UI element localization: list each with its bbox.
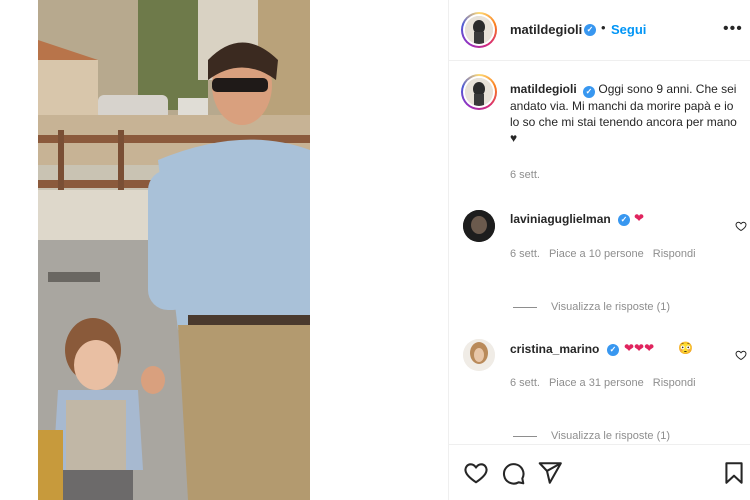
comment-meta: 6 sett. Piace a 10 persone Rispondi	[510, 248, 705, 260]
comment-meta: 6 sett. Piace a 31 persone Rispondi	[510, 377, 705, 389]
follow-button[interactable]: Segui	[611, 22, 646, 37]
more-options-icon[interactable]: •••	[723, 20, 743, 38]
comment-time[interactable]: 6 sett.	[510, 377, 540, 389]
replies-line	[513, 435, 537, 437]
bookmark-icon[interactable]	[721, 460, 747, 486]
view-replies-label: Visualizza le risposte (1)	[551, 301, 671, 313]
share-icon[interactable]	[537, 460, 563, 486]
caption-text: matildegioli ✓ Oggi sono 9 anni. Che sei…	[510, 81, 740, 146]
comment-likes[interactable]: Piace a 10 persone	[549, 248, 644, 260]
comment-text: ❤❤❤	[624, 341, 655, 355]
like-comment-icon[interactable]	[735, 349, 747, 361]
comment-time[interactable]: 6 sett.	[510, 248, 540, 260]
photo-illustration	[38, 0, 310, 500]
post-header: matildegioli ✓ • Segui •••	[449, 0, 750, 61]
view-replies-button[interactable]: Visualizza le risposte (1)	[513, 301, 670, 313]
caption-avatar[interactable]	[461, 74, 497, 110]
view-replies-label: Visualizza le risposte (1)	[551, 430, 671, 442]
post-actions-bar	[449, 444, 750, 500]
comments-section[interactable]: matildegioli ✓ Oggi sono 9 anni. Che sei…	[449, 61, 750, 444]
replies-line	[513, 306, 537, 308]
verified-badge-icon: ✓	[607, 344, 619, 356]
caption-username[interactable]: matildegioli	[510, 82, 577, 96]
comment-icon[interactable]	[500, 460, 526, 486]
commenter-avatar[interactable]	[463, 339, 495, 371]
comment-text: ❤	[634, 211, 645, 225]
caption-time[interactable]: 6 sett.	[510, 169, 540, 181]
like-comment-icon[interactable]	[735, 220, 747, 232]
author-avatar[interactable]	[461, 12, 497, 48]
reply-button[interactable]: Rispondi	[653, 377, 696, 389]
verified-badge-icon: ✓	[618, 214, 630, 226]
comment-username[interactable]: cristina_marino	[510, 342, 599, 356]
author-username[interactable]: matildegioli	[510, 22, 582, 37]
comment-username[interactable]: laviniaguglielman	[510, 212, 611, 226]
heart-icon[interactable]	[463, 460, 489, 486]
verified-badge-icon: ✓	[583, 86, 596, 98]
commenter-avatar[interactable]	[463, 210, 495, 242]
reply-button[interactable]: Rispondi	[653, 248, 696, 260]
comment-emoji: 😳	[678, 341, 693, 355]
post-photo[interactable]	[38, 0, 310, 500]
separator-dot: •	[601, 20, 606, 35]
verified-badge-icon: ✓	[584, 24, 596, 36]
comment-likes[interactable]: Piace a 31 persone	[549, 377, 644, 389]
post-side-panel: matildegioli ✓ • Segui ••• matildegioli …	[449, 0, 750, 500]
post-media-area	[0, 0, 448, 500]
view-replies-button[interactable]: Visualizza le risposte (1)	[513, 430, 670, 442]
